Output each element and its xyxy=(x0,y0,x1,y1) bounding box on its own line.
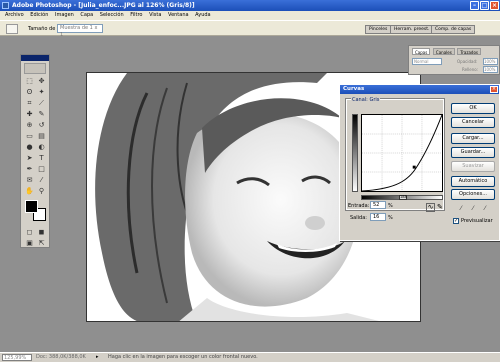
curve-graph[interactable] xyxy=(361,114,443,192)
output-gradient-bar xyxy=(352,114,358,192)
pencil-mode-icon[interactable]: ✎ xyxy=(437,203,445,212)
notes-tool-icon[interactable]: ✉ xyxy=(24,175,35,185)
screen-mode-icon[interactable]: ▣ xyxy=(24,238,35,248)
opacity-input[interactable]: 100% xyxy=(483,58,498,65)
type-tool-icon[interactable]: T xyxy=(36,153,47,163)
output-percent: % xyxy=(388,215,393,221)
photoshop-logo-icon xyxy=(2,2,9,9)
preview-label[interactable]: Previsualizar xyxy=(461,218,493,224)
standard-mode-icon[interactable]: ◻ xyxy=(24,227,35,237)
channel-label: Canal: xyxy=(352,97,368,103)
marquee-tool-icon[interactable]: ⬚ xyxy=(24,76,35,86)
options-button[interactable]: Opciones... xyxy=(451,189,495,200)
dock-tab-herramientas[interactable]: Herram. preest. xyxy=(390,25,434,34)
status-hint: Haga clic en la imagen para escoger un c… xyxy=(108,354,258,360)
hand-tool-icon[interactable]: ✋ xyxy=(24,186,35,196)
output-label: Salida: xyxy=(350,215,367,221)
menu-edicion[interactable]: Edición xyxy=(30,12,48,18)
curve-point xyxy=(412,165,416,169)
foreground-color[interactable] xyxy=(25,200,38,213)
ok-button[interactable]: OK xyxy=(451,103,495,114)
curves-title: Curvas xyxy=(340,85,499,94)
layers-panel: Capas Canales Trazados Normal Opacidad: … xyxy=(408,45,500,75)
tab-canales[interactable]: Canales xyxy=(432,48,455,55)
brush-tool-icon[interactable]: ✎ xyxy=(36,109,47,119)
status-bar: 125,99% Doc: 388,0K/388,0K ▸ Haga clic e… xyxy=(0,352,500,362)
tab-capas[interactable]: Capas xyxy=(412,48,431,55)
crop-tool-icon[interactable]: ⌗ xyxy=(24,98,35,108)
menu-filtro[interactable]: Filtro xyxy=(130,12,142,18)
input-field[interactable]: 52 xyxy=(370,201,386,209)
quick-mask-icon[interactable]: ◼ xyxy=(36,227,47,237)
history-brush-icon[interactable]: ↺ xyxy=(36,120,47,130)
menu-imagen[interactable]: Imagen xyxy=(55,12,74,18)
color-swatches[interactable] xyxy=(25,200,47,222)
options-bar: Tamaño de muestra: Muestra de 1 x 1 Pinc… xyxy=(0,20,500,38)
opacity-label: Opacidad: xyxy=(457,59,478,64)
maximize-button[interactable]: □ xyxy=(480,1,489,10)
white-eyedropper-icon[interactable]: ⁄ xyxy=(481,205,489,213)
curve-mode-icon[interactable]: ∿ xyxy=(426,203,435,212)
dock-tab-pinceles[interactable]: Pinceles xyxy=(365,25,392,34)
toolbox-title[interactable] xyxy=(21,55,49,61)
zoom-tool-icon[interactable]: ⚲ xyxy=(36,186,47,196)
jump-to-icon[interactable]: ⇱ xyxy=(36,238,47,248)
input-label: Entrada: xyxy=(348,203,370,209)
save-button[interactable]: Guardar... xyxy=(451,147,495,158)
toolbox: ⬚ ✥ ʘ ✦ ⌗ ⟋ ✚ ✎ ⊕ ↺ ▭ ▤ ● ◐ ➤ T ✒ □ ✉ ⁄ ✋ ⚲ ◻ ◼ ▣ ⇱ xyxy=(20,54,50,248)
output-field[interactable]: 16 xyxy=(370,213,386,221)
menu-seleccion[interactable]: Selección xyxy=(100,12,124,18)
menu-ventana[interactable]: Ventana xyxy=(168,12,189,18)
input-percent: % xyxy=(388,203,393,209)
fill-label: Relleno: xyxy=(462,67,479,72)
black-eyedropper-icon[interactable]: ⁄ xyxy=(457,205,465,213)
channel-select[interactable]: Gris xyxy=(369,97,379,103)
doc-size[interactable]: Doc: 388,0K/388,0K xyxy=(36,353,86,362)
pen-tool-icon[interactable]: ✒ xyxy=(24,164,35,174)
dialog-close-icon[interactable]: × xyxy=(490,86,498,93)
menu-archivo[interactable]: Archivo xyxy=(5,12,24,18)
eyedropper-tool-icon[interactable] xyxy=(6,24,18,34)
path-select-icon[interactable]: ➤ xyxy=(24,153,35,163)
gray-eyedropper-icon[interactable]: ⁄ xyxy=(469,205,477,213)
fill-input[interactable]: 100% xyxy=(483,66,498,73)
curves-dialog: Curvas × Canal: Gris 188 Entrada: 52 % S… xyxy=(339,84,500,241)
blur-tool-icon[interactable]: ● xyxy=(24,142,35,152)
eraser-tool-icon[interactable]: ▭ xyxy=(24,131,35,141)
menu-bar: Archivo Edición Imagen Capa Selección Fi… xyxy=(0,11,500,20)
window-title: Adobe Photoshop - [Julia_enfoc...JPG al … xyxy=(12,2,195,9)
clone-tool-icon[interactable]: ⊕ xyxy=(24,120,35,130)
magic-wand-tool-icon[interactable]: ✦ xyxy=(36,87,47,97)
status-arrow-icon[interactable]: ▸ xyxy=(96,353,100,361)
menu-capa[interactable]: Capa xyxy=(80,12,93,18)
load-button[interactable]: Cargar... xyxy=(451,133,495,144)
menu-ayuda[interactable]: Ayuda xyxy=(195,12,210,18)
blend-mode-select[interactable]: Normal xyxy=(412,58,442,65)
curves-graph-group: Canal: Gris 188 xyxy=(345,97,445,211)
slice-tool-icon[interactable]: ⟋ xyxy=(36,98,47,108)
healing-tool-icon[interactable]: ✚ xyxy=(24,109,35,119)
toolbox-logo-icon[interactable] xyxy=(24,63,46,74)
zoom-field[interactable]: 125,99% xyxy=(2,354,32,361)
eyedropper-icon[interactable]: ⁄ xyxy=(36,175,47,185)
app-title-bar: Adobe Photoshop - [Julia_enfoc...JPG al … xyxy=(0,0,500,11)
lasso-tool-icon[interactable]: ʘ xyxy=(24,87,35,97)
auto-button[interactable]: Automático xyxy=(451,176,495,187)
sample-size-select[interactable]: Muestra de 1 x 1 xyxy=(57,24,103,38)
shape-tool-icon[interactable]: □ xyxy=(36,164,47,174)
dodge-tool-icon[interactable]: ◐ xyxy=(36,142,47,152)
menu-vista[interactable]: Vista xyxy=(149,12,161,18)
preview-checkbox[interactable]: ✓ xyxy=(453,218,459,224)
tab-trazados[interactable]: Trazados xyxy=(457,48,481,55)
move-tool-icon[interactable]: ✥ xyxy=(36,76,47,86)
slider-value[interactable]: 188 xyxy=(399,195,407,200)
close-button[interactable]: × xyxy=(490,1,499,10)
gradient-tool-icon[interactable]: ▤ xyxy=(36,131,47,141)
input-gradient-bar: 188 xyxy=(361,195,443,200)
dock-tab-comp-capas[interactable]: Comp. de capas xyxy=(431,25,476,34)
cancel-button[interactable]: Cancelar xyxy=(451,117,495,128)
smooth-button[interactable]: Suavizar xyxy=(451,161,495,172)
minimize-button[interactable]: – xyxy=(470,1,479,10)
